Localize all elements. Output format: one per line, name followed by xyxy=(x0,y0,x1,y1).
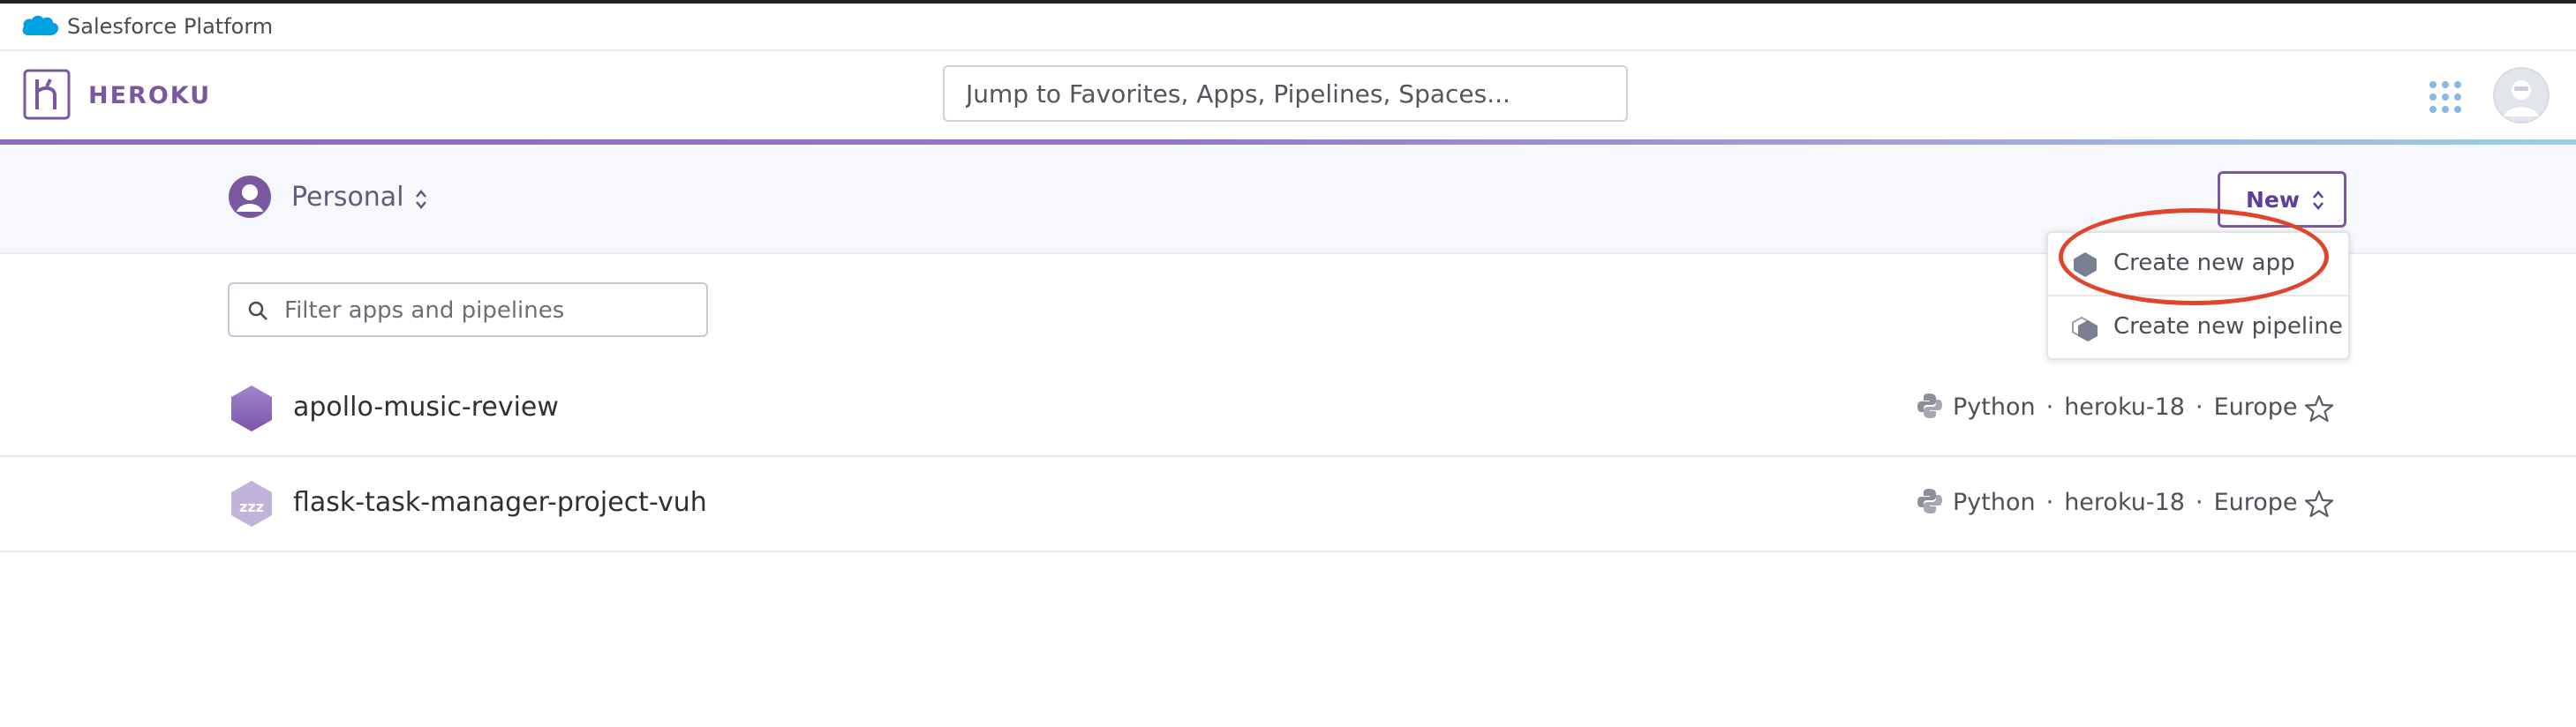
filter-apps-input[interactable] xyxy=(282,291,692,330)
svg-text:zzz: zzz xyxy=(239,498,264,515)
python-icon xyxy=(1917,393,1942,418)
salesforce-platform-bar: Salesforce Platform xyxy=(0,4,2576,51)
menu-item-label: Create new app xyxy=(2113,250,2295,276)
new-button-label: New xyxy=(2246,187,2300,213)
star-icon[interactable] xyxy=(2304,489,2334,519)
filter-apps-field[interactable] xyxy=(228,282,708,337)
search-icon xyxy=(248,301,267,320)
python-icon xyxy=(1917,489,1942,513)
app-language: Python xyxy=(1953,393,2036,421)
account-switcher-label[interactable]: Personal xyxy=(291,182,404,213)
new-button[interactable]: New xyxy=(2218,171,2346,228)
menu-item-create-new-pipeline[interactable]: Create new pipeline xyxy=(2048,296,2348,358)
new-dropdown-menu: Create new app Create new pipeline xyxy=(2046,231,2350,360)
platform-title[interactable]: Salesforce Platform xyxy=(67,14,273,39)
app-language: Python xyxy=(1953,489,2036,516)
app-row[interactable]: apollo-music-review Python · heroku-18 · Eur… xyxy=(0,362,2576,457)
app-hexagon-icon xyxy=(2074,252,2097,277)
app-hexagon-icon xyxy=(231,386,272,431)
apps-grid-icon[interactable] xyxy=(2428,79,2463,115)
sleeping-app-icon: zzz xyxy=(231,481,272,527)
pipeline-icon xyxy=(2072,316,2098,341)
chevron-up-down-icon[interactable] xyxy=(413,187,429,212)
app-region: Europe xyxy=(2213,393,2298,421)
app-header: HEROKU xyxy=(0,51,2576,139)
avatar[interactable] xyxy=(2493,67,2550,124)
app-stack: heroku-18 xyxy=(2064,489,2185,516)
app-stack: heroku-18 xyxy=(2064,393,2185,421)
chevron-up-down-icon xyxy=(2313,191,2324,210)
app-name-link[interactable]: flask-task-manager-project-vuh xyxy=(293,487,707,518)
app-meta: Python · heroku-18 · Europe xyxy=(1953,393,2298,421)
app-region: Europe xyxy=(2213,489,2298,516)
salesforce-cloud-icon xyxy=(22,15,59,35)
brand-name[interactable]: HEROKU xyxy=(88,82,211,109)
app-row[interactable]: zzz flask-task-manager-project-vuh Pytho… xyxy=(0,457,2576,552)
menu-item-label: Create new pipeline xyxy=(2113,313,2343,340)
global-search-input[interactable] xyxy=(943,65,1628,122)
personal-account-icon[interactable] xyxy=(228,175,272,219)
star-icon[interactable] xyxy=(2304,393,2334,423)
heroku-logo-icon[interactable] xyxy=(23,69,71,120)
menu-item-create-new-app[interactable]: Create new app xyxy=(2048,233,2348,295)
user-avatar-icon xyxy=(2495,69,2548,122)
app-name-link[interactable]: apollo-music-review xyxy=(293,392,559,423)
app-meta: Python · heroku-18 · Europe xyxy=(1953,489,2298,516)
